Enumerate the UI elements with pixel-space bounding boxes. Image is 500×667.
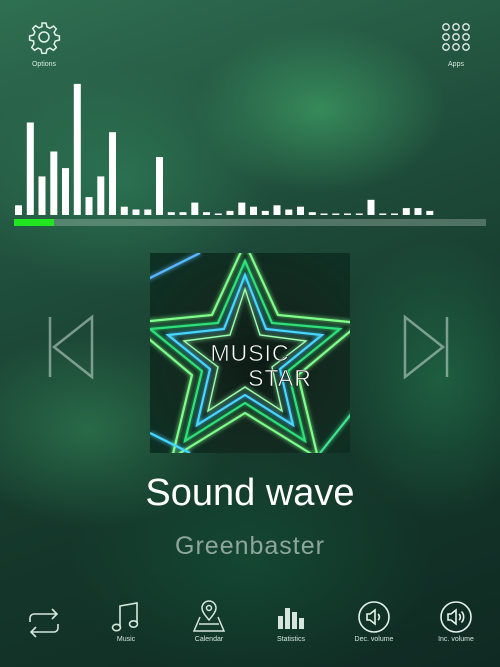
spectrum-bar — [97, 176, 105, 215]
skip-next-icon — [403, 314, 449, 380]
skip-previous-icon — [48, 314, 94, 380]
spectrum-bar — [273, 205, 281, 215]
spectrum-bar — [73, 83, 81, 215]
progress-bar[interactable] — [14, 219, 486, 226]
cover-text-star: STAR — [248, 365, 312, 391]
map-pin-icon — [192, 600, 226, 632]
spectrum-bar — [120, 206, 128, 215]
spectrum-bar — [344, 213, 351, 215]
album-cover: MUSIC STAR — [150, 253, 350, 453]
options-button[interactable]: Options — [24, 20, 64, 68]
spectrum-visualizer — [15, 83, 434, 215]
music-label: Music — [116, 636, 136, 643]
next-button[interactable] — [400, 314, 452, 380]
calendar-label: Calendar — [194, 636, 224, 643]
spectrum-bar — [402, 208, 410, 215]
spectrum-bar — [38, 176, 46, 215]
track-title: Sound wave — [145, 472, 355, 514]
cover-text-music: MUSIC — [210, 340, 289, 366]
music-note-icon — [111, 602, 139, 632]
spectrum-bar — [15, 205, 22, 215]
gear-icon — [28, 22, 61, 55]
apps-label: Apps — [448, 61, 464, 68]
spectrum-bar — [144, 209, 152, 215]
repeat-icon — [29, 608, 59, 638]
spectrum-bar — [203, 212, 210, 215]
track-artist: Greenbaster — [175, 532, 325, 560]
apps-button[interactable]: Apps — [436, 20, 476, 68]
spectrum-bar — [191, 202, 199, 215]
spectrum-bar — [238, 202, 246, 215]
statistics-label: Statistics — [276, 636, 305, 643]
increase-volume-button[interactable]: Inc. volume — [426, 600, 486, 643]
previous-button[interactable] — [45, 314, 97, 380]
volume-up-icon — [440, 601, 472, 633]
spectrum-bar — [320, 213, 328, 215]
spectrum-bar — [109, 132, 116, 215]
spectrum-bar — [167, 212, 175, 215]
spectrum-bar — [308, 212, 316, 215]
repeat-button[interactable] — [14, 606, 74, 640]
decrease-volume-button[interactable]: Dec. volume — [344, 600, 404, 643]
spectrum-bar — [379, 213, 387, 215]
apps-grid-icon — [442, 23, 470, 51]
spectrum-bar — [179, 212, 187, 215]
spectrum-bar — [355, 213, 363, 215]
calendar-button[interactable]: Calendar — [179, 600, 239, 643]
spectrum-bar — [391, 213, 398, 215]
spectrum-bar — [156, 157, 163, 215]
spectrum-bar — [226, 210, 234, 215]
spectrum-bar — [414, 208, 422, 215]
spectrum-bar — [50, 151, 58, 215]
spectrum-bar — [261, 210, 269, 215]
music-button[interactable]: Music — [96, 600, 156, 643]
statistics-button[interactable]: Statistics — [261, 600, 321, 643]
spectrum-bar — [132, 209, 140, 215]
inc-volume-label: Inc. volume — [438, 636, 474, 643]
cover-star-art: MUSIC STAR — [150, 253, 350, 453]
dec-volume-label: Dec. volume — [354, 636, 394, 643]
spectrum-bar — [62, 168, 69, 215]
spectrum-bar — [26, 122, 34, 215]
spectrum-bar — [297, 206, 304, 215]
volume-down-icon — [358, 601, 390, 633]
spectrum-bar — [332, 213, 340, 215]
progress-fill — [14, 219, 55, 226]
spectrum-bar — [214, 213, 222, 215]
spectrum-bar — [426, 210, 434, 215]
spectrum-bar — [250, 206, 257, 215]
spectrum-bar — [285, 209, 293, 215]
spectrum-bar — [85, 197, 93, 215]
options-label: Options — [31, 61, 57, 68]
spectrum-bar — [367, 199, 375, 215]
bar-chart-icon — [278, 608, 304, 629]
